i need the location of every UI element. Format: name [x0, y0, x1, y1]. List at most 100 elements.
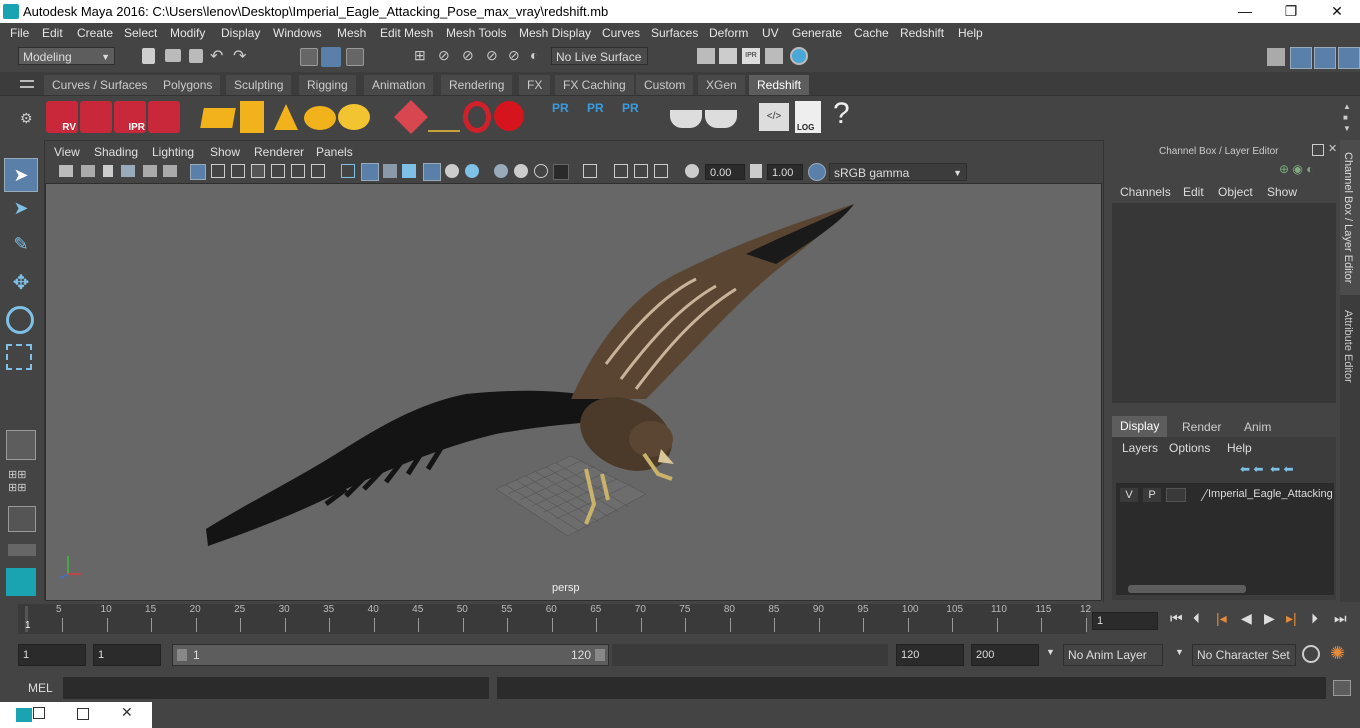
auto-key-icon[interactable] [1302, 645, 1320, 663]
range-handle-start[interactable] [177, 649, 187, 661]
tab-custom[interactable]: Custom [636, 75, 694, 95]
redshift-light-rect-icon[interactable] [200, 108, 236, 128]
render-frame-icon[interactable] [719, 48, 737, 64]
menu-redshift[interactable]: Redshift [900, 26, 944, 40]
time-slider[interactable]: 1 5 10 15 20 25 30 35 40 45 50 55 60 65 70 75 80 85 90 95 1… [18, 604, 1091, 634]
resolution-gate-icon[interactable] [231, 164, 245, 178]
script-editor-icon[interactable]: </> [759, 103, 789, 131]
anim-layer-dropdown[interactable]: No Anim Layer [1063, 644, 1163, 666]
snap-grid-icon[interactable]: ⊞ [414, 47, 426, 64]
menu-surfaces[interactable]: Surfaces [651, 26, 698, 40]
tab-animation[interactable]: Animation [364, 75, 434, 95]
current-frame-field[interactable]: 1 [1092, 612, 1158, 630]
textured-icon[interactable] [402, 164, 416, 178]
step-forward-key-icon[interactable]: ⏵ [1311, 610, 1318, 627]
layer-menu-options[interactable]: Options [1169, 441, 1210, 455]
redshift-sun-icon[interactable] [338, 104, 370, 130]
workspace-icon[interactable] [1267, 48, 1285, 66]
next-key-icon[interactable]: ▸| [1286, 610, 1297, 627]
scene-view[interactable] [46, 184, 1101, 600]
redo-icon[interactable]: ↷ [233, 46, 246, 66]
play-forward-icon[interactable]: ▶ [1264, 610, 1275, 627]
film-gate-icon[interactable] [211, 164, 225, 178]
exposure-field[interactable]: 0.00 [705, 164, 745, 180]
attribute-icons[interactable]: ⊕ ◉ ◐ [1279, 162, 1329, 178]
grease-pencil-icon[interactable] [163, 165, 177, 177]
layer-tab-anim[interactable]: Anim [1236, 417, 1280, 437]
single-view-icon[interactable] [6, 430, 36, 460]
undo-icon[interactable]: ↶ [210, 46, 223, 66]
bake-icon[interactable] [670, 110, 702, 128]
restore-icon[interactable] [33, 707, 45, 719]
maximize-button[interactable]: ❐ [1268, 0, 1314, 23]
minimized-window[interactable]: ✕ [0, 702, 152, 728]
menu-curves[interactable]: Curves [602, 26, 640, 40]
go-to-start-icon[interactable]: ⏮ [1170, 610, 1183, 627]
menu-deform[interactable]: Deform [709, 26, 748, 40]
modeling-toolkit-icon[interactable] [1290, 47, 1312, 69]
field-chart-icon[interactable] [271, 164, 285, 178]
menu-select[interactable]: Select [124, 26, 157, 40]
vp-menu-show[interactable]: Show [210, 145, 240, 159]
redshift-light-quad-icon[interactable] [240, 101, 264, 133]
tab-rendering[interactable]: Rendering [441, 75, 513, 95]
layer-tab-render[interactable]: Render [1174, 417, 1230, 437]
smooth-shade-icon[interactable] [361, 163, 379, 181]
multisample-icon[interactable] [514, 164, 528, 178]
select-object-icon[interactable] [321, 47, 341, 67]
minimize-button[interactable]: — [1222, 0, 1268, 23]
bake-settings-icon[interactable] [705, 110, 737, 128]
scale-tool-icon[interactable] [6, 344, 32, 370]
layer-playback-toggle[interactable]: P [1143, 488, 1161, 502]
mode-dropdown[interactable]: Modeling ▼ [18, 47, 115, 65]
mel-label[interactable]: MEL [28, 681, 53, 695]
menu-edit[interactable]: Edit [42, 26, 63, 40]
snap-curve-icon[interactable]: ⊘ [438, 47, 450, 64]
motion-blur-icon[interactable] [494, 164, 508, 178]
viewport-panel[interactable]: persp [45, 183, 1102, 601]
shelf-gear-icon[interactable]: ⚙ [20, 110, 33, 127]
menu-display[interactable]: Display [221, 26, 260, 40]
menu-uv[interactable]: UV [762, 26, 779, 40]
log-icon[interactable]: LOG [795, 101, 821, 133]
paint-select-icon[interactable]: ✎ [6, 234, 36, 264]
pr-cube-icon[interactable]: PR [552, 101, 578, 133]
screen-ambient-occlusion-icon[interactable] [465, 164, 479, 178]
gamma-icon[interactable] [750, 164, 762, 178]
wireframe-on-shaded-icon[interactable] [383, 164, 397, 178]
snap-surface-icon[interactable]: ⊘ [508, 47, 520, 64]
tab-sculpting[interactable]: Sculpting [226, 75, 292, 95]
xray-icon[interactable] [583, 164, 597, 178]
tab-fx-caching[interactable]: FX Caching [555, 75, 634, 95]
character-set-dropdown[interactable]: No Character Set [1192, 644, 1296, 666]
cb-menu-channels[interactable]: Channels [1120, 185, 1171, 199]
wireframe-icon[interactable] [341, 164, 355, 178]
animation-prefs-icon[interactable]: ✺ [1330, 643, 1345, 664]
step-back-key-icon[interactable]: ⏴ [1193, 610, 1200, 627]
shelf-scroll-arrows[interactable]: ▲ ■ ▼ [1343, 101, 1351, 134]
render-view-icon[interactable] [697, 48, 715, 64]
redshift-ipr-icon[interactable]: IPR [114, 101, 146, 133]
tab-xgen[interactable]: XGen [698, 75, 745, 95]
script-editor-button-icon[interactable] [1333, 680, 1351, 696]
side-tab-channel-box[interactable]: Channel Box / Layer Editor [1340, 140, 1360, 295]
redshift-render-view-icon[interactable]: RV [46, 101, 78, 133]
tab-rigging[interactable]: Rigging [299, 75, 356, 95]
menu-mesh-tools[interactable]: Mesh Tools [446, 26, 506, 40]
shelf-menu-icon[interactable] [20, 80, 34, 88]
redshift-settings-icon[interactable] [148, 101, 180, 133]
snap-point-icon[interactable]: ⊘ [462, 47, 474, 64]
redshift-sphere-icon[interactable] [494, 101, 524, 131]
camera-attrs-icon[interactable] [81, 165, 95, 177]
vp-menu-panels[interactable]: Panels [316, 145, 353, 159]
gate-mask-icon[interactable] [251, 164, 265, 178]
play-backward-icon[interactable]: ◀ [1241, 610, 1252, 627]
vp-menu-view[interactable]: View [54, 145, 80, 159]
lasso-tool-icon[interactable]: ➤ [6, 198, 36, 228]
cb-menu-edit[interactable]: Edit [1183, 185, 1204, 199]
cb-menu-show[interactable]: Show [1267, 185, 1297, 199]
redshift-light-dome-icon[interactable] [304, 106, 336, 130]
float-panel-icon[interactable] [1312, 144, 1324, 156]
outliner-layout-icon[interactable] [8, 506, 36, 532]
color-management-icon[interactable] [808, 163, 826, 181]
